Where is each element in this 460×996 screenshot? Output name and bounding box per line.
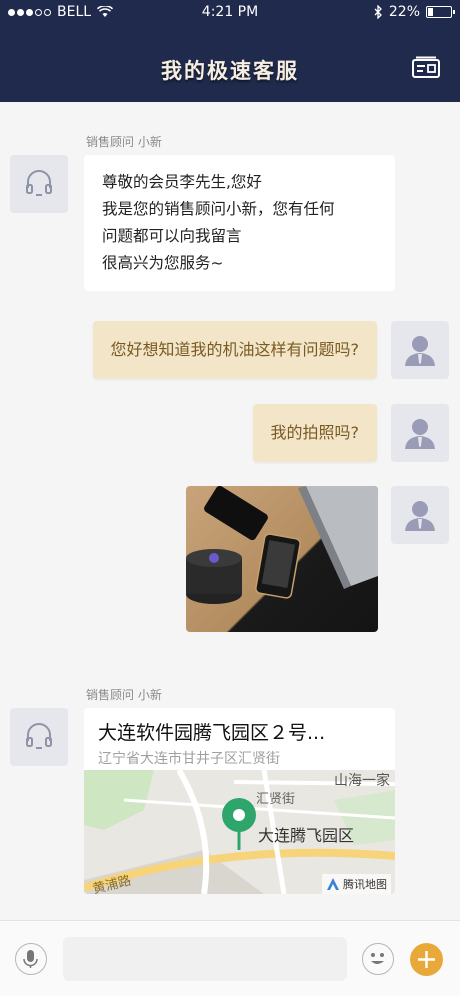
message-line: 很高兴为您服务~ xyxy=(102,254,224,272)
map-provider: 腾讯地图 xyxy=(343,878,387,891)
message-bubble-user[interactable]: 您好想知道我的机油这样有问题吗? xyxy=(92,321,377,379)
map-label-area: 大连腾飞园区 xyxy=(258,826,355,845)
tencent-map-logo-icon xyxy=(327,878,339,890)
emoji-icon xyxy=(371,953,384,964)
map-label-street: 汇贤街 xyxy=(256,792,296,807)
message-line: 我是您的销售顾问小新，您有任何 xyxy=(102,200,335,218)
sender-name: 销售顾问 小新 xyxy=(86,688,162,702)
person-icon xyxy=(405,501,435,531)
location-message[interactable]: 大连软件园腾飞园区２号... 辽宁省大连市甘井子区汇贤街 山海一家 汇贤街 大连… xyxy=(84,708,395,894)
contact-card-icon[interactable] xyxy=(412,56,440,78)
map-attribution: 腾讯地图 xyxy=(322,874,391,894)
input-bar xyxy=(0,920,460,996)
battery-percent: 22% xyxy=(388,4,420,20)
voice-button[interactable] xyxy=(15,943,47,975)
location-title: 大连软件园腾飞园区２号... xyxy=(98,722,326,744)
emoji-button[interactable] xyxy=(362,943,394,975)
battery-icon xyxy=(426,6,455,18)
message-line: 尊敬的会员李先生,您好 xyxy=(102,173,262,191)
page-title: 我的极速客服 xyxy=(161,59,299,83)
location-map[interactable]: 山海一家 汇贤街 大连腾飞园区 黄浦路 腾讯地图 xyxy=(84,770,395,894)
plus-icon xyxy=(418,951,435,968)
person-icon xyxy=(405,419,435,449)
image-message[interactable] xyxy=(186,486,378,632)
message-text: 我的拍照吗? xyxy=(270,423,360,442)
bluetooth-icon xyxy=(374,5,382,19)
agent-avatar[interactable] xyxy=(10,708,68,766)
person-icon xyxy=(405,336,435,366)
microphone-icon xyxy=(23,950,38,968)
headset-icon xyxy=(26,170,52,196)
map-label-nearby: 山海一家 xyxy=(334,773,390,789)
user-avatar[interactable] xyxy=(391,321,449,379)
agent-avatar[interactable] xyxy=(10,155,68,213)
message-bubble-user[interactable]: 我的拍照吗? xyxy=(252,404,377,462)
status-bar: BELL 4:21 PM 22% xyxy=(0,0,460,26)
user-avatar[interactable] xyxy=(391,486,449,544)
message-bubble-agent[interactable]: 尊敬的会员李先生,您好 我是您的销售顾问小新，您有任何 问题都可以向我留言 很高… xyxy=(84,155,395,291)
message-text: 您好想知道我的机油这样有问题吗? xyxy=(110,340,360,359)
map-pin-icon xyxy=(222,798,256,832)
sender-name: 销售顾问 小新 xyxy=(86,135,162,149)
add-button[interactable] xyxy=(410,943,443,976)
headset-icon xyxy=(26,723,52,749)
message-input[interactable] xyxy=(63,937,347,981)
user-avatar[interactable] xyxy=(391,404,449,462)
product-photo xyxy=(186,486,378,604)
location-address: 辽宁省大连市甘井子区汇贤街 xyxy=(98,751,280,767)
message-line: 问题都可以向我留言 xyxy=(102,227,242,245)
app-header: BELL 4:21 PM 22% 我的极速客服 xyxy=(0,0,460,102)
